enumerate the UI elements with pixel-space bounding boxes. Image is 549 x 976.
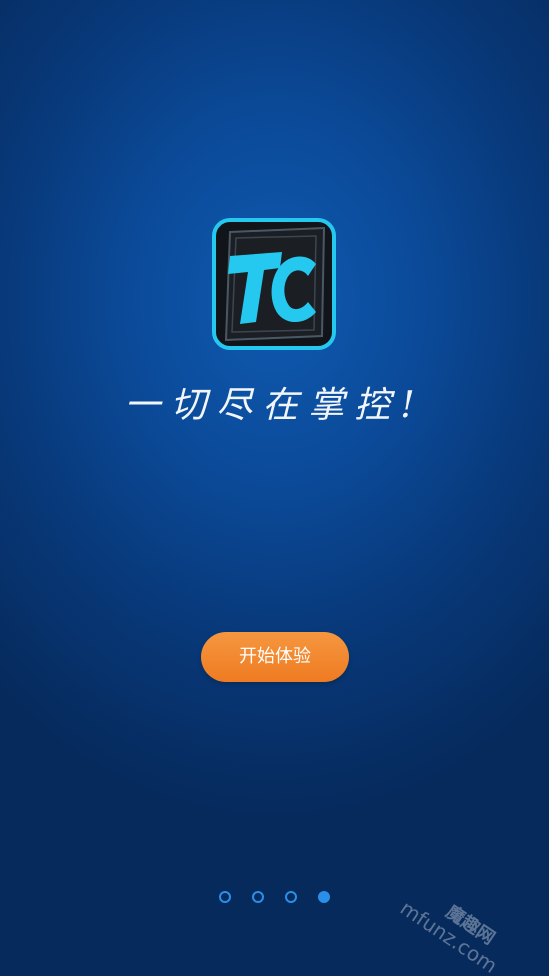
page-dot[interactable] [285,891,297,903]
page-indicator [0,891,549,907]
page-dot[interactable] [252,891,264,903]
start-experience-button[interactable]: 开始体验 [201,632,349,682]
slogan-text: 一切尽在掌控! [124,385,425,426]
page-dot[interactable] [219,891,231,903]
tc-logo-icon [212,218,336,350]
app-logo [212,218,336,350]
page-dot-active[interactable] [318,891,330,903]
